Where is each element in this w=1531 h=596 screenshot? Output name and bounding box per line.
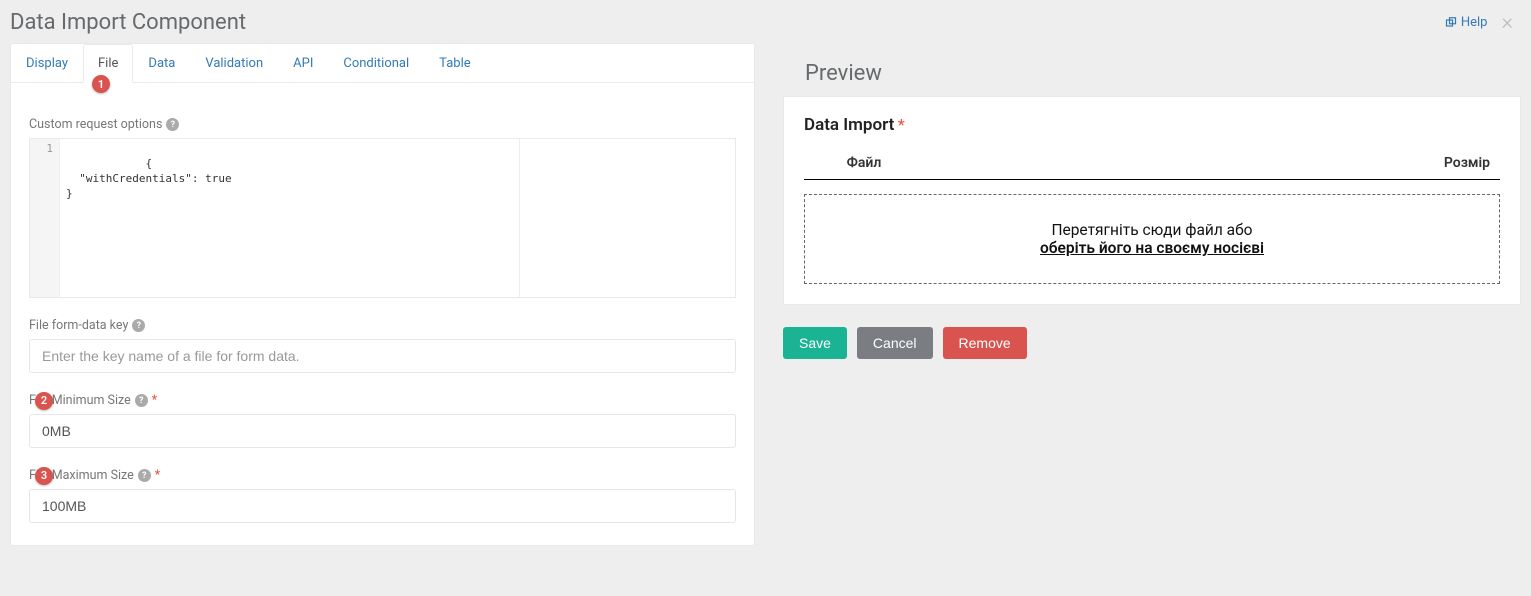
preview-title: Preview <box>805 61 1499 86</box>
remove-button[interactable]: Remove <box>943 327 1027 359</box>
tab-file-label: File <box>98 56 118 71</box>
page-title: Data Import Component <box>10 10 246 35</box>
file-min-size-input[interactable] <box>29 414 736 448</box>
tab-file[interactable]: File 1 <box>83 44 133 83</box>
tab-table[interactable]: Table <box>424 44 485 82</box>
popout-icon <box>1445 17 1457 29</box>
help-link[interactable]: Help <box>1445 15 1488 30</box>
close-icon[interactable]: × <box>1501 12 1513 34</box>
file-max-size-input[interactable] <box>29 489 736 523</box>
column-size: Розмір <box>1444 155 1500 171</box>
tab-validation[interactable]: Validation <box>190 44 278 82</box>
help-icon[interactable]: ? <box>138 469 151 482</box>
data-import-label: Data Import <box>804 115 894 135</box>
callout-badge-1: 1 <box>92 75 110 93</box>
cancel-button[interactable]: Cancel <box>857 327 933 359</box>
tab-conditional[interactable]: Conditional <box>328 44 424 82</box>
form-data-key-label: File form-data key <box>29 318 128 333</box>
code-text: { "withCredentials": true } <box>66 157 232 200</box>
help-icon[interactable]: ? <box>166 118 179 131</box>
form-data-key-input[interactable] <box>29 339 736 373</box>
required-marker: * <box>898 115 905 134</box>
column-file: Файл <box>804 155 924 171</box>
help-icon[interactable]: ? <box>135 394 148 407</box>
tab-api[interactable]: API <box>278 44 328 82</box>
code-gutter: 1 <box>30 139 60 297</box>
code-area[interactable]: { "withCredentials": true } <box>60 139 735 297</box>
browse-link[interactable]: оберіть його на своєму носієві <box>815 239 1489 257</box>
save-button[interactable]: Save <box>783 327 847 359</box>
callout-badge-2: 2 <box>35 392 53 410</box>
required-marker: * <box>155 468 160 483</box>
tab-data[interactable]: Data <box>133 44 190 82</box>
callout-badge-3: 3 <box>35 467 53 485</box>
custom-request-label: Custom request options <box>29 117 162 132</box>
help-icon[interactable]: ? <box>132 319 145 332</box>
required-marker: * <box>152 393 157 408</box>
help-label: Help <box>1461 15 1488 30</box>
code-editor[interactable]: 1 { "withCredentials": true } <box>29 138 736 298</box>
code-ruler <box>519 139 520 297</box>
dropzone-text: Перетягніть сюди файл або <box>815 221 1489 239</box>
file-dropzone[interactable]: Перетягніть сюди файл або оберіть його н… <box>804 194 1500 284</box>
tab-display[interactable]: Display <box>11 44 83 82</box>
